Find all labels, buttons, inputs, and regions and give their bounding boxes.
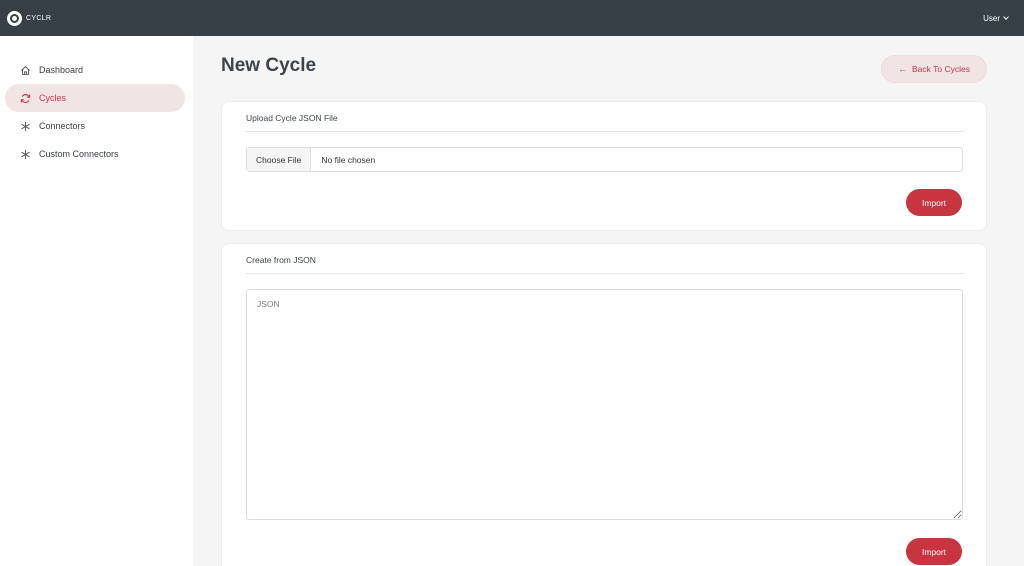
chevron-down-icon: [1003, 13, 1009, 20]
sidebar-item-label: Custom Connectors: [39, 149, 119, 159]
file-status: No file chosen: [321, 154, 376, 165]
json-import-button[interactable]: Import: [906, 538, 962, 565]
create-card-title: Create from JSON: [246, 255, 316, 265]
sidebar-item-connectors[interactable]: Connectors: [5, 112, 185, 140]
choose-file-button[interactable]: Choose File: [247, 148, 312, 171]
upload-card: Upload Cycle JSON File Choose File No fi…: [221, 101, 987, 231]
home-icon: [20, 65, 31, 76]
logo[interactable]: CYCLR: [7, 10, 52, 26]
file-input[interactable]: Choose File No file chosen: [246, 147, 963, 172]
sidebar: Dashboard Cycles Connectors Custom Conne…: [0, 36, 193, 566]
sidebar-item-label: Connectors: [39, 121, 86, 131]
cycle-icon: [20, 93, 31, 104]
back-button-label: Back To Cycles: [912, 64, 970, 74]
divider: [246, 273, 964, 274]
sidebar-item-label: Cycles: [39, 93, 67, 103]
asterisk-icon: [20, 121, 31, 132]
sidebar-item-custom-connectors[interactable]: Custom Connectors: [5, 140, 185, 168]
logo-icon: [7, 10, 22, 26]
user-label: User: [983, 13, 1000, 23]
back-to-cycles-button[interactable]: ← Back To Cycles: [881, 55, 987, 83]
json-textarea[interactable]: [246, 289, 963, 520]
sidebar-item-cycles[interactable]: Cycles: [5, 84, 185, 112]
sidebar-item-label: Dashboard: [39, 65, 84, 75]
divider: [246, 131, 964, 132]
upload-card-title: Upload Cycle JSON File: [246, 113, 338, 123]
asterisk-icon: [20, 149, 31, 160]
sidebar-item-dashboard[interactable]: Dashboard: [5, 56, 185, 84]
upload-import-button[interactable]: Import: [906, 189, 962, 216]
create-json-card: Create from JSON Import: [221, 243, 987, 566]
logo-text: CYCLR: [26, 14, 52, 22]
top-bar: CYCLR User: [0, 0, 1024, 36]
arrow-left-icon: ←: [898, 64, 908, 74]
user-menu[interactable]: User: [983, 0, 1009, 36]
page-title: New Cycle: [221, 55, 317, 76]
